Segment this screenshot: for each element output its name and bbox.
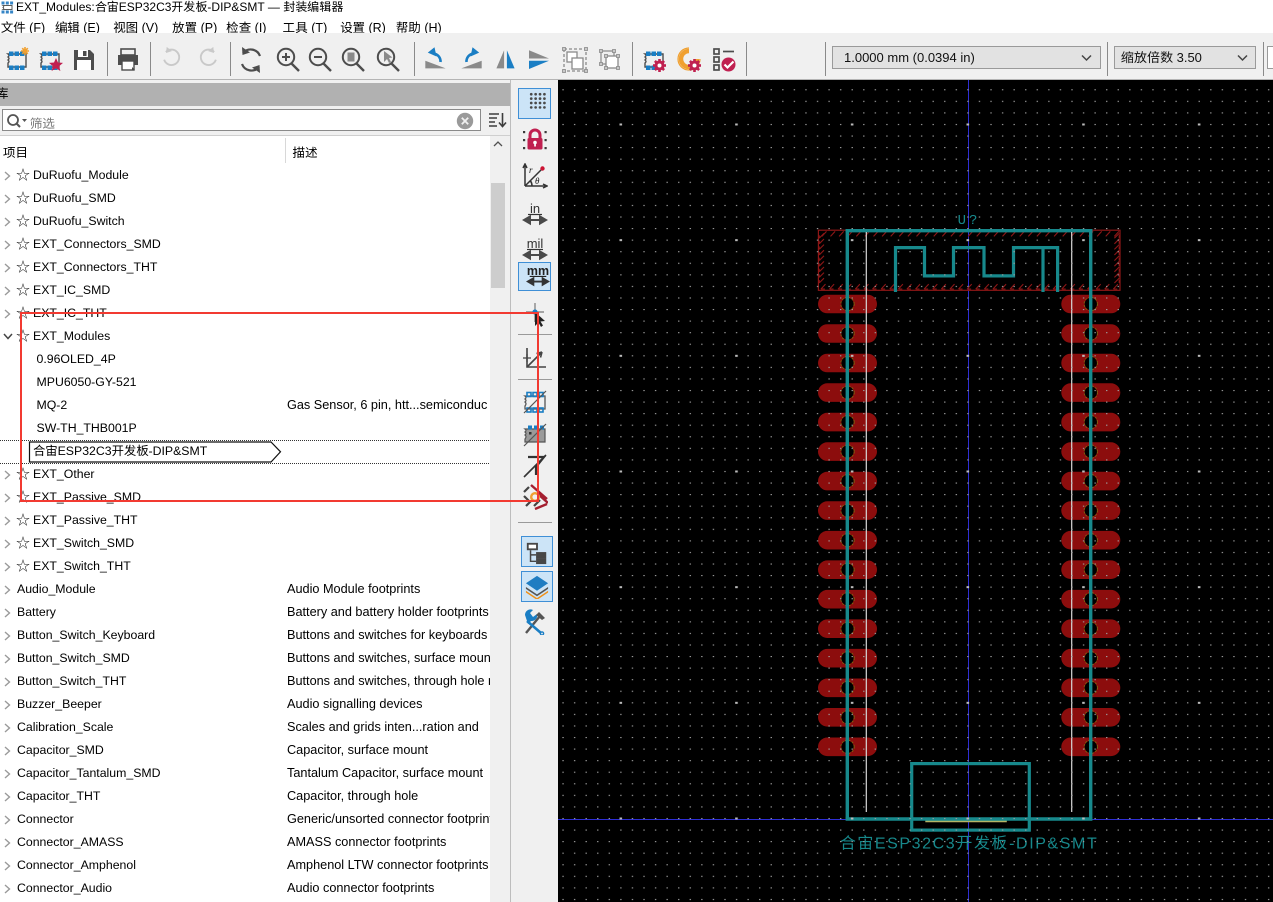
svg-text:mil: mil (527, 236, 544, 251)
svg-text:θ: θ (535, 176, 540, 186)
svg-text:r: r (529, 165, 533, 175)
svg-text:in: in (530, 201, 540, 216)
